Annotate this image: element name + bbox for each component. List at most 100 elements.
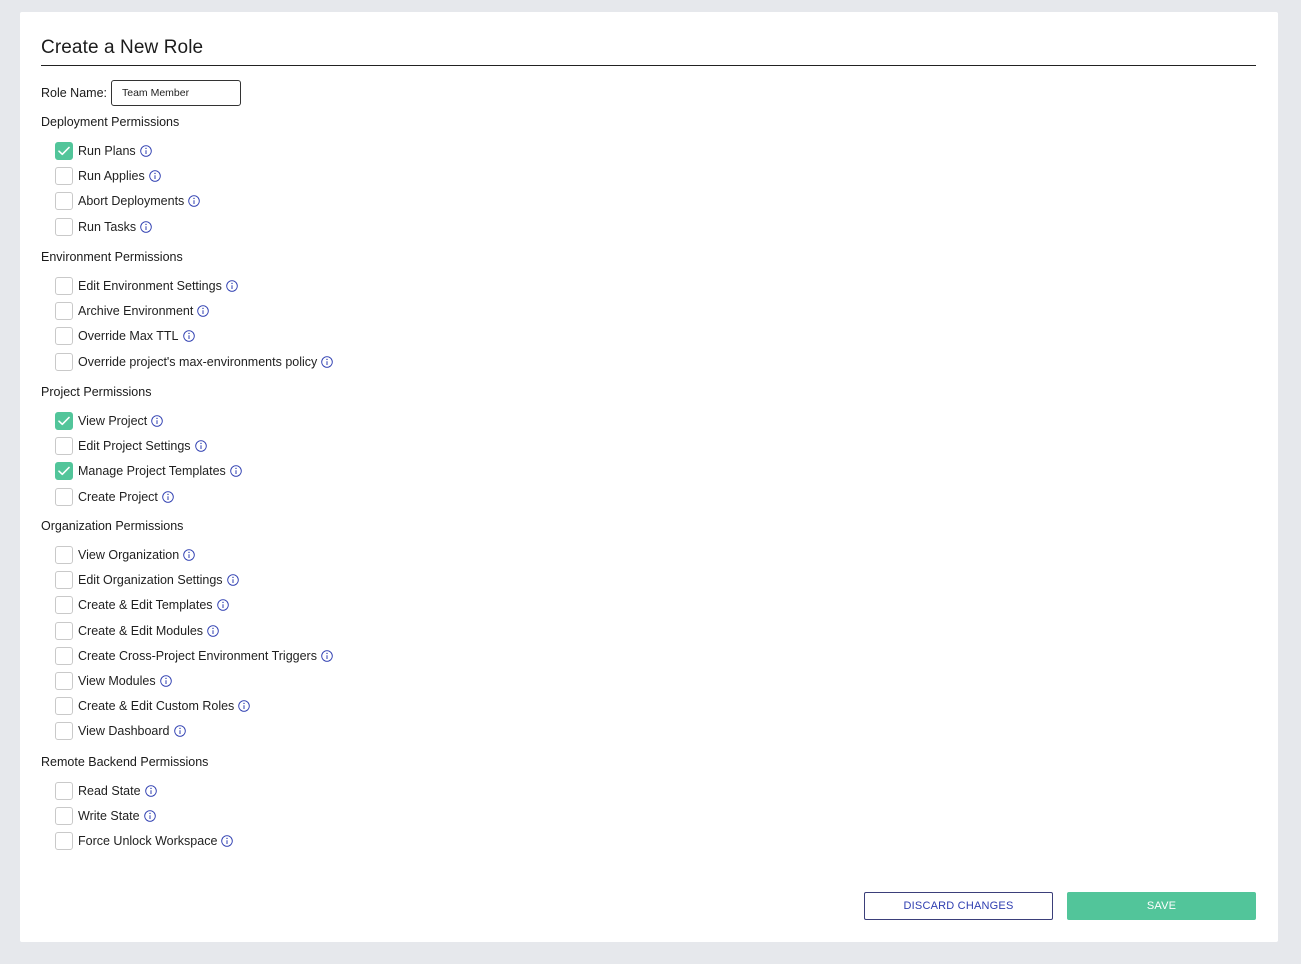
info-icon[interactable] <box>159 675 172 687</box>
section-title: Remote Backend Permissions <box>41 755 209 769</box>
permission-checkbox[interactable] <box>55 546 73 564</box>
info-icon[interactable] <box>226 574 239 586</box>
permission-label: Create Cross-Project Environment Trigger… <box>78 648 317 663</box>
info-icon[interactable] <box>226 280 238 292</box>
info-icon[interactable] <box>188 195 201 208</box>
permission-item: Edit Organization Settings <box>55 570 239 590</box>
permission-label: Create & Edit Modules <box>78 623 204 638</box>
permission-item: Override project's max-environments poli… <box>55 352 334 372</box>
permission-checkbox[interactable] <box>55 596 73 615</box>
role-name-row: Role Name: <box>41 80 241 106</box>
permission-label: Read State <box>78 784 141 798</box>
permission-item: Read State <box>55 781 157 801</box>
permission-checkbox[interactable] <box>55 217 73 236</box>
info-icon[interactable] <box>140 220 152 233</box>
permission-checkbox[interactable] <box>55 302 73 321</box>
info-icon[interactable] <box>151 415 164 427</box>
info-icon[interactable] <box>183 549 195 561</box>
permission-label: Abort Deployments <box>78 194 185 209</box>
permission-label: View Organization <box>78 548 180 562</box>
permission-checkbox[interactable] <box>55 142 73 160</box>
permission-label: Create Project <box>78 489 158 504</box>
permission-item: Run Plans <box>55 141 152 161</box>
permission-checkbox[interactable] <box>55 672 73 690</box>
permission-checkbox[interactable] <box>55 646 73 665</box>
info-icon[interactable] <box>197 305 210 317</box>
permission-label: Edit Project Settings <box>78 439 191 454</box>
permission-label: Create & Edit Custom Roles <box>78 699 235 714</box>
permission-label: Override Max TTL <box>78 329 179 344</box>
permission-label: Edit Organization Settings <box>78 573 223 588</box>
info-icon[interactable] <box>182 330 195 343</box>
permission-checkbox[interactable] <box>55 192 73 211</box>
permission-label: Run Plans <box>78 144 136 158</box>
permission-checkbox[interactable] <box>55 621 73 640</box>
permission-label: View Project <box>78 414 148 428</box>
permission-checkbox[interactable] <box>55 571 73 590</box>
info-icon[interactable] <box>139 145 152 157</box>
info-icon[interactable] <box>321 650 333 662</box>
permission-label: Override project's max-environments poli… <box>78 354 318 369</box>
info-icon[interactable] <box>321 355 334 368</box>
info-icon[interactable] <box>144 785 157 797</box>
permission-item: Write State <box>55 806 156 826</box>
create-role-card: Create a New Role Role Name: Deployment … <box>20 12 1278 942</box>
permission-checkbox[interactable] <box>55 327 73 346</box>
check-icon <box>58 416 70 426</box>
permission-checkbox[interactable] <box>55 807 73 826</box>
permission-checkbox[interactable] <box>55 167 73 186</box>
info-icon[interactable] <box>194 440 207 452</box>
section-title: Organization Permissions <box>41 519 184 533</box>
check-icon <box>58 146 70 156</box>
permission-checkbox[interactable] <box>55 352 73 371</box>
role-name-label: Role Name: <box>41 86 107 100</box>
permission-item: Override Max TTL <box>55 326 195 346</box>
permission-checkbox[interactable] <box>55 722 73 741</box>
section-title: Project Permissions <box>41 385 152 399</box>
permission-label: Run Applies <box>78 169 145 184</box>
permission-item: View Project <box>55 411 164 431</box>
permission-checkbox[interactable] <box>55 437 73 456</box>
permission-item: View Modules <box>55 671 172 691</box>
permission-label: Write State <box>78 809 140 824</box>
info-icon[interactable] <box>207 624 219 637</box>
info-icon[interactable] <box>173 725 186 738</box>
save-button[interactable]: SAVE <box>1067 892 1256 920</box>
permission-label: Archive Environment <box>78 304 194 319</box>
permission-checkbox[interactable] <box>55 462 73 481</box>
permission-item: Create & Edit Custom Roles <box>55 696 251 716</box>
permission-checkbox[interactable] <box>55 697 73 716</box>
permission-item: Create & Edit Modules <box>55 621 219 641</box>
permission-label: Create & Edit Templates <box>78 598 213 613</box>
info-icon[interactable] <box>238 700 251 712</box>
permission-label: Edit Environment Settings <box>78 279 222 293</box>
permission-item: Manage Project Templates <box>55 461 242 481</box>
title-divider <box>41 65 1256 66</box>
permission-checkbox[interactable] <box>55 832 73 851</box>
section-title: Deployment Permissions <box>41 115 180 129</box>
permission-checkbox[interactable] <box>55 782 73 800</box>
permission-item: Archive Environment <box>55 301 210 321</box>
permission-item: View Dashboard <box>55 721 186 741</box>
page-title: Create a New Role <box>41 37 204 58</box>
info-icon[interactable] <box>148 170 161 182</box>
check-icon <box>58 467 70 476</box>
info-icon[interactable] <box>221 835 234 848</box>
info-icon[interactable] <box>143 810 156 822</box>
permission-label: View Modules <box>78 674 156 688</box>
info-icon[interactable] <box>216 599 229 612</box>
permission-label: Force Unlock Workspace <box>78 834 218 849</box>
permission-item: Abort Deployments <box>55 191 201 211</box>
permission-item: Create Cross-Project Environment Trigger… <box>55 646 333 666</box>
info-icon[interactable] <box>162 490 174 503</box>
permission-item: Create & Edit Templates <box>55 595 229 615</box>
discard-changes-button[interactable]: DISCARD CHANGES <box>864 892 1053 920</box>
permission-checkbox[interactable] <box>55 487 73 506</box>
permission-item: Edit Environment Settings <box>55 276 238 296</box>
permission-item: Run Tasks <box>55 217 152 237</box>
permission-checkbox[interactable] <box>55 412 73 430</box>
permission-checkbox[interactable] <box>55 277 73 295</box>
role-name-input[interactable] <box>111 80 241 106</box>
info-icon[interactable] <box>230 465 242 478</box>
permission-item: Create Project <box>55 487 174 507</box>
